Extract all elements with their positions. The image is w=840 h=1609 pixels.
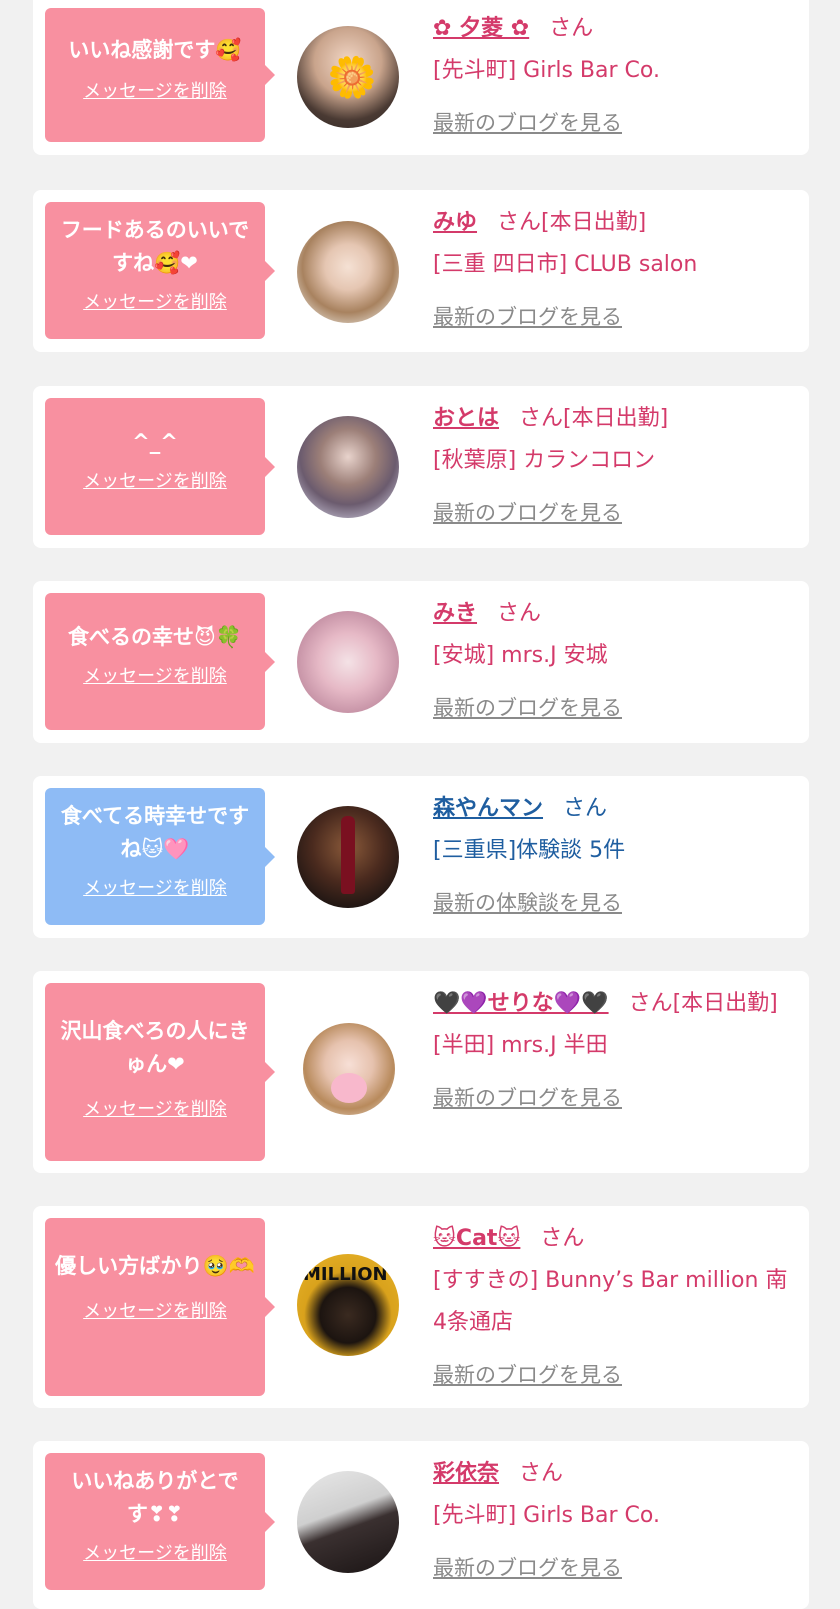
cast-name-link[interactable]: 🐱Cat🐱: [433, 1226, 520, 1251]
avatar[interactable]: [297, 416, 399, 518]
message-bubble: いいね感謝です🥰 メッセージを削除: [45, 8, 275, 142]
message-text: いいねありがとです❣❣: [71, 1469, 239, 1526]
avatar[interactable]: [297, 1471, 399, 1573]
cast-name-link[interactable]: みゆ: [433, 210, 477, 235]
shop-name: [三重 四日市] CLUB salon: [433, 252, 698, 277]
message-bubble: 沢山食べろの人にきゅん❤ メッセージを削除: [45, 983, 275, 1161]
message-card: 食べてる時幸せですね🐱🩷 メッセージを削除 森やんマン さん [三重県]体験談 5…: [33, 776, 809, 938]
message-bubble: 食べてる時幸せですね🐱🩷 メッセージを削除: [45, 788, 275, 925]
cast-name-link[interactable]: 彩依奈: [433, 1461, 499, 1486]
message-bubble: ^_^ メッセージを削除: [45, 398, 275, 535]
latest-blog-link[interactable]: 最新のブログを見る: [433, 1547, 795, 1589]
avatar[interactable]: [303, 1023, 395, 1115]
delete-message-link[interactable]: メッセージを削除: [55, 1095, 255, 1121]
blur-patch: [331, 1073, 367, 1103]
shop-name: [すすきの] Bunny’s Bar million 南4条通店: [433, 1268, 788, 1335]
message-bubble: 優しい方ばかり🥹🫶 メッセージを削除: [45, 1218, 275, 1396]
message-text: 食べてる時幸せですね🐱🩷: [60, 804, 250, 861]
message-bubble: フードあるのいいですね🥰❤ メッセージを削除: [45, 202, 275, 339]
avatar[interactable]: [297, 221, 399, 323]
cast-info: 森やんマン さん [三重県]体験談 5件 最新の体験談を見る: [433, 788, 795, 924]
delete-message-link[interactable]: メッセージを削除: [55, 1539, 255, 1565]
delete-message-link[interactable]: メッセージを削除: [55, 874, 255, 900]
message-card: ^_^ メッセージを削除 おとは さん[本日出勤] [秋葉原] カランコロン 最新…: [33, 386, 809, 548]
delete-message-link[interactable]: メッセージを削除: [55, 662, 255, 688]
cast-info: ✿ 夕菱 ✿ さん [先斗町] Girls Bar Co. 最新のブログを見る: [433, 8, 795, 144]
cast-name-link[interactable]: みき: [433, 601, 477, 626]
honorific: さん[本日出勤]: [519, 406, 669, 431]
message-text: 沢山食べろの人にきゅん❤: [60, 1019, 250, 1076]
flower-icon: 🌼: [327, 55, 377, 101]
message-card: いいね感謝です🥰 メッセージを削除 🌼 ✿ 夕菱 ✿ さん [先斗町] Girls…: [33, 0, 809, 155]
honorific: さん: [540, 1226, 585, 1251]
magazine-title: MILLION: [303, 1264, 388, 1285]
message-text: 食べるの幸せ😈🍀: [67, 625, 243, 649]
honorific: さん[本日出勤]: [497, 210, 647, 235]
latest-blog-link[interactable]: 最新のブログを見る: [433, 1077, 795, 1119]
latest-blog-link[interactable]: 最新のブログを見る: [433, 492, 795, 534]
message-text: いいね感謝です🥰: [68, 38, 242, 62]
shop-name: [安城] mrs.J 安城: [433, 643, 608, 668]
message-card: 沢山食べろの人にきゅん❤ メッセージを削除 🖤💜せりな💜🖤 さん[本日出勤] [半…: [33, 971, 809, 1173]
message-text: フードあるのいいですね🥰❤: [60, 218, 250, 275]
delete-message-link[interactable]: メッセージを削除: [55, 288, 255, 314]
review-count: [三重県]体験談 5件: [433, 838, 626, 863]
shop-name: [半田] mrs.J 半田: [433, 1033, 608, 1058]
avatar[interactable]: [297, 611, 399, 713]
latest-blog-link[interactable]: 最新のブログを見る: [433, 102, 795, 144]
message-card: いいねありがとです❣❣ メッセージを削除 彩依奈 さん [先斗町] Girls B…: [33, 1441, 809, 1609]
message-text: ^_^: [132, 430, 178, 454]
latest-blog-link[interactable]: 最新のブログを見る: [433, 296, 795, 338]
bottle-graphic: [341, 816, 355, 894]
honorific: さん: [519, 1461, 564, 1486]
avatar[interactable]: MILLION: [297, 1254, 399, 1356]
cast-name-link[interactable]: 🖤💜せりな💜🖤: [433, 991, 609, 1016]
delete-message-link[interactable]: メッセージを削除: [55, 77, 255, 103]
message-bubble: 食べるの幸せ😈🍀 メッセージを削除: [45, 593, 275, 730]
honorific: さん: [497, 601, 542, 626]
cast-info: みき さん [安城] mrs.J 安城 最新のブログを見る: [433, 593, 795, 729]
delete-message-link[interactable]: メッセージを削除: [55, 467, 255, 493]
latest-blog-link[interactable]: 最新のブログを見る: [433, 687, 795, 729]
cast-info: 🖤💜せりな💜🖤 さん[本日出勤] [半田] mrs.J 半田 最新のブログを見る: [433, 983, 795, 1119]
cast-info: 🐱Cat🐱 さん [すすきの] Bunny’s Bar million 南4条通店…: [433, 1218, 795, 1396]
delete-message-link[interactable]: メッセージを削除: [55, 1297, 255, 1323]
message-card: 食べるの幸せ😈🍀 メッセージを削除 みき さん [安城] mrs.J 安城 最新の…: [33, 581, 809, 743]
cast-info: みゆ さん[本日出勤] [三重 四日市] CLUB salon 最新のブログを見る: [433, 202, 795, 338]
shop-name: [先斗町] Girls Bar Co.: [433, 1503, 660, 1528]
cast-info: 彩依奈 さん [先斗町] Girls Bar Co. 最新のブログを見る: [433, 1453, 795, 1589]
message-bubble: いいねありがとです❣❣ メッセージを削除: [45, 1453, 275, 1590]
avatar[interactable]: [297, 806, 399, 908]
message-card: フードあるのいいですね🥰❤ メッセージを削除 みゆ さん[本日出勤] [三重 四日…: [33, 190, 809, 352]
latest-review-link[interactable]: 最新の体験談を見る: [433, 882, 795, 924]
cast-name-link[interactable]: ✿ 夕菱 ✿: [433, 16, 529, 41]
user-name-link[interactable]: 森やんマン: [433, 796, 543, 821]
message-text: 優しい方ばかり🥹🫶: [55, 1254, 255, 1278]
cast-name-link[interactable]: おとは: [433, 406, 499, 431]
honorific: さん[本日出勤]: [628, 991, 778, 1016]
honorific: さん: [563, 796, 608, 821]
cast-info: おとは さん[本日出勤] [秋葉原] カランコロン 最新のブログを見る: [433, 398, 795, 534]
honorific: さん: [549, 16, 594, 41]
avatar[interactable]: 🌼: [297, 26, 399, 128]
shop-name: [秋葉原] カランコロン: [433, 448, 656, 473]
shop-name: [先斗町] Girls Bar Co.: [433, 58, 660, 83]
message-card: 優しい方ばかり🥹🫶 メッセージを削除 MILLION 🐱Cat🐱 さん [すすきの…: [33, 1206, 809, 1408]
latest-blog-link[interactable]: 最新のブログを見る: [433, 1354, 795, 1396]
